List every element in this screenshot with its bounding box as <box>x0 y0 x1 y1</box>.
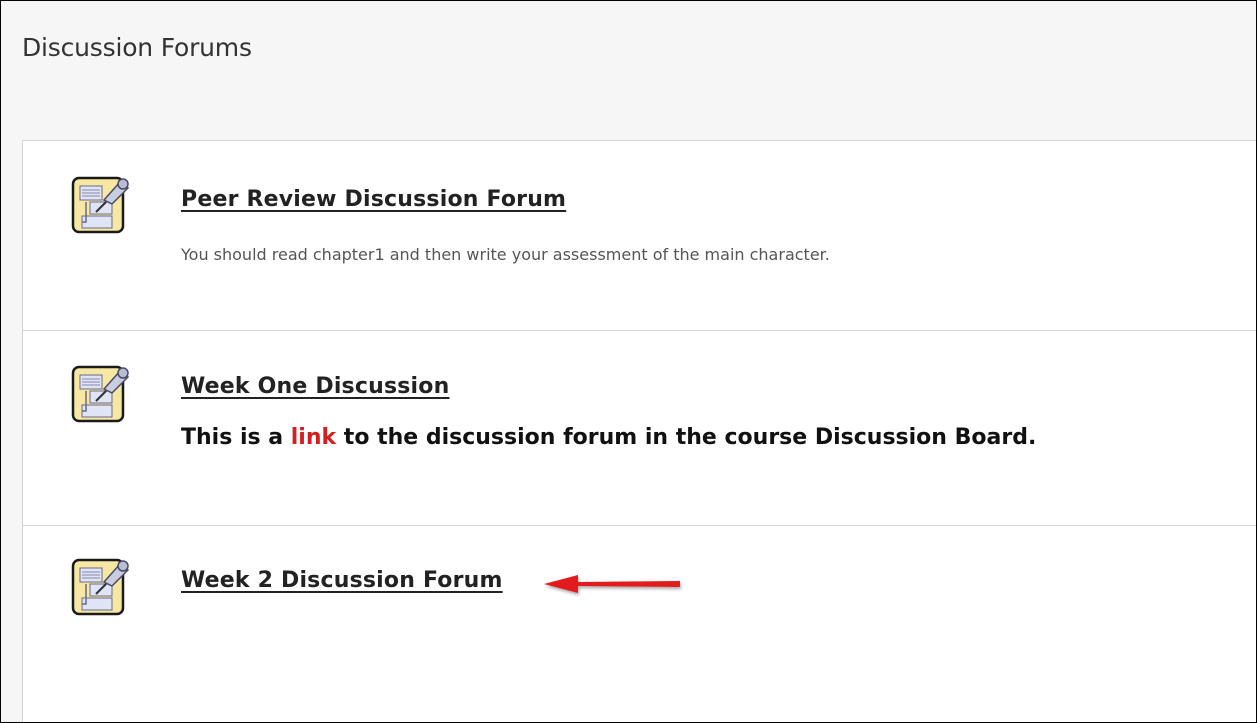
description-text: to the discussion forum in the course Di… <box>336 425 1037 450</box>
forum-list: Peer Review Discussion Forum You should … <box>22 140 1256 722</box>
forum-description: This is a link to the discussion forum i… <box>181 425 1036 450</box>
forum-item: Peer Review Discussion Forum You should … <box>23 141 1256 331</box>
discussion-forum-icon <box>71 558 130 616</box>
forum-description: You should read chapter1 and then write … <box>181 245 830 264</box>
forum-item: Week One Discussion This is a link to th… <box>23 331 1256 526</box>
discussion-board-link[interactable]: link <box>291 425 336 450</box>
discussion-forum-icon <box>71 176 130 234</box>
red-arrow-icon <box>544 575 680 593</box>
description-text: This is a <box>181 425 291 450</box>
page-frame: Discussion Forums Peer Review Discussion… <box>0 0 1257 723</box>
page-title: Discussion Forums <box>22 33 252 62</box>
discussion-forum-icon <box>71 365 130 423</box>
forum-link-peer-review[interactable]: Peer Review Discussion Forum <box>181 187 566 212</box>
forum-link-week-one[interactable]: Week One Discussion <box>181 374 449 399</box>
forum-link-week-2[interactable]: Week 2 Discussion Forum <box>181 568 503 593</box>
forum-item: Week 2 Discussion Forum <box>23 526 1256 722</box>
